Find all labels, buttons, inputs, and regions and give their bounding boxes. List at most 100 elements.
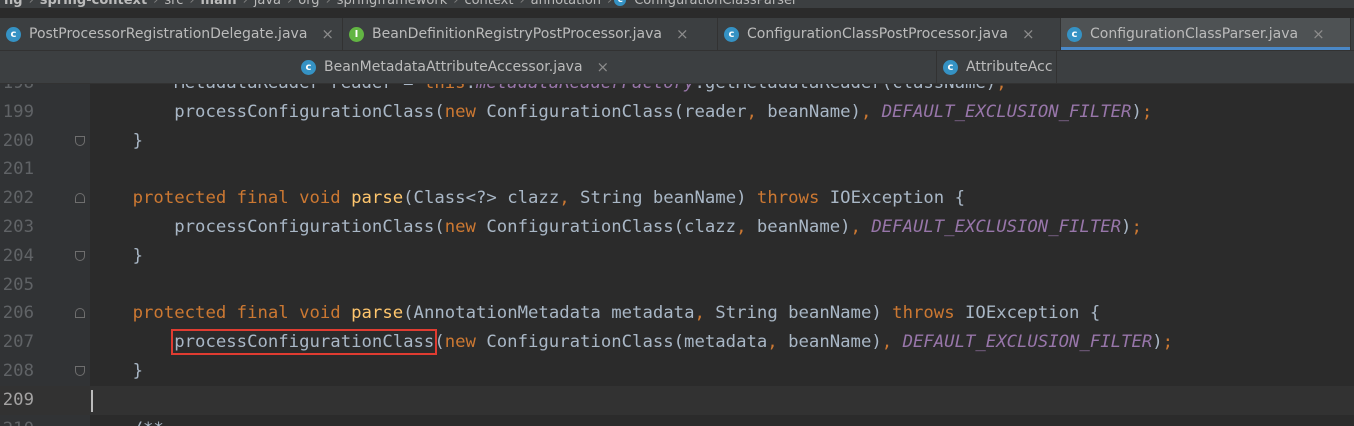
breadcrumb-item[interactable]: main — [197, 0, 241, 8]
close-tab-icon[interactable]: × — [321, 25, 334, 43]
code-text[interactable]: protected final void parse(AnnotationMet… — [91, 299, 1101, 328]
code-token: parse — [351, 303, 404, 324]
code-token: new — [444, 332, 487, 353]
class-icon: c — [6, 26, 21, 42]
breadcrumb-item[interactable]: springframework — [333, 0, 451, 8]
close-tab-icon[interactable]: × — [676, 25, 689, 43]
tab-label: ConfigurationClassPostProcessor.java — [747, 26, 1008, 42]
breadcrumb-separator: › — [189, 0, 195, 8]
code-editor[interactable]: 198 MetadataReader reader = this.metadat… — [0, 84, 1354, 426]
code-token: , — [746, 101, 768, 122]
editor-tab[interactable]: I BeanDefinitionRegistryPostProcessor.jav… — [343, 18, 718, 50]
code-text[interactable]: processConfigurationClass(new Configurat… — [91, 98, 1152, 127]
line-number: 202 — [2, 188, 34, 209]
code-token: , — [881, 332, 903, 353]
breadcrumb-item[interactable]: src — [160, 0, 187, 8]
interface-icon: I — [349, 26, 364, 42]
tab-label: BeanDefinitionRegistryPostProcessor.java — [372, 26, 662, 42]
tab-label: PostProcessorRegistrationDelegate.java — [29, 26, 308, 42]
breadcrumb-item[interactable]: spring-context — [36, 0, 151, 8]
fold-marker-icon[interactable] — [75, 135, 85, 146]
code-text[interactable]: processConfigurationClass(new Configurat… — [91, 213, 1142, 242]
editor-tab[interactable]: c PostProcessorRegistrationDelegate.java × — [0, 18, 343, 50]
code-token: ) — [1131, 101, 1142, 122]
code-line: 198 MetadataReader reader = this.metadat… — [0, 84, 1354, 98]
breadcrumb-item[interactable]: ConfigurationClassParser — [630, 0, 801, 8]
fold-marker-icon[interactable] — [75, 308, 85, 319]
code-token: (AnnotationMetadata metadata — [403, 303, 695, 324]
code-token: beanName) — [767, 101, 861, 122]
editor-tab[interactable]: c ConfigurationClassParser.java × — [1061, 18, 1351, 50]
editor-tabs-row-2: c BeanMetadataAttributeAccessor.java × c Att… — [0, 51, 1354, 84]
code-line: 200 } — [0, 127, 1354, 156]
class-icon: c — [724, 26, 739, 42]
line-number: 203 — [2, 217, 34, 237]
code-token: protected final void — [132, 303, 352, 324]
code-token: ; — [1131, 217, 1142, 237]
line-number: 208 — [2, 361, 34, 381]
code-line: 205 — [0, 271, 1354, 300]
code-text[interactable]: protected final void parse(Class<?> claz… — [91, 184, 965, 213]
code-token: IOException { — [965, 303, 1101, 324]
breadcrumb-separator: › — [153, 0, 159, 8]
code-line: 210 /** — [0, 415, 1354, 426]
code-line: 207 processConfigurationClass(new Config… — [0, 328, 1354, 357]
editor-tab[interactable]: c AttributeAcc — [937, 51, 1057, 83]
close-tab-icon[interactable]: × — [597, 58, 610, 76]
code-token: DEFAULT_EXCLUSION_FILTER — [871, 217, 1122, 237]
code-token: } — [91, 130, 144, 151]
class-icon: c — [614, 0, 627, 6]
fold-marker-icon[interactable] — [75, 193, 85, 204]
line-number: 209 — [2, 389, 34, 410]
code-text[interactable]: processConfigurationClass(new Configurat… — [91, 328, 1173, 357]
breadcrumb-item[interactable]: annotation — [527, 0, 605, 8]
fold-marker-icon[interactable] — [75, 250, 85, 261]
code-token: new — [444, 101, 487, 122]
breadcrumb-separator: › — [287, 0, 293, 8]
line-number: 204 — [2, 245, 34, 266]
code-text[interactable]: } — [91, 357, 143, 386]
editor-tabs-row-1: c PostProcessorRegistrationDelegate.java ×… — [0, 18, 1354, 51]
code-line: 201 — [0, 155, 1354, 184]
code-token: ) — [1121, 217, 1132, 237]
tab-spacer — [0, 51, 295, 83]
class-icon: c — [943, 59, 958, 75]
editor-tab[interactable]: c BeanMetadataAttributeAccessor.java × — [295, 51, 937, 83]
close-tab-icon[interactable]: × — [1312, 25, 1325, 43]
code-token: throws — [756, 188, 830, 209]
line-number: 210 — [0, 415, 34, 426]
code-token: , — [850, 217, 872, 237]
code-text[interactable]: MetadataReader reader = this.metadataRea… — [91, 84, 1006, 98]
class-icon: c — [1067, 26, 1082, 42]
code-line: 199 processConfigurationClass(new Config… — [0, 98, 1354, 127]
code-token: beanName) — [788, 332, 882, 353]
breadcrumb-item[interactable]: ng — [0, 0, 27, 8]
fold-marker-icon[interactable] — [75, 366, 85, 376]
close-tab-icon[interactable]: × — [1022, 25, 1035, 43]
breadcrumb-separator: › — [242, 0, 248, 8]
code-line: 208 } — [0, 357, 1354, 386]
code-text[interactable]: /** — [91, 415, 164, 426]
code-token: throws — [892, 303, 966, 324]
line-number: 199 — [2, 101, 34, 122]
breadcrumb-item[interactable]: org — [294, 0, 323, 8]
line-number: 205 — [2, 274, 34, 295]
code-text[interactable]: } — [91, 242, 143, 271]
code-token: (Class<?> clazz — [403, 188, 560, 209]
breadcrumb-separator: › — [519, 0, 525, 8]
editor-tab[interactable]: c ConfigurationClassPostProcessor.java × — [718, 18, 1061, 50]
code-token: parse — [351, 188, 404, 209]
code-text[interactable]: } — [91, 127, 143, 156]
code-token: ConfigurationClass(clazz — [486, 217, 737, 237]
breadcrumb: ng › spring-context › src › main › java › org › spri… — [0, 0, 1354, 8]
class-icon: c — [301, 59, 316, 75]
line-number: 207 — [2, 332, 34, 353]
code-token: DEFAULT_EXCLUSION_FILTER — [902, 332, 1153, 353]
code-line: 209 — [0, 385, 1354, 415]
breadcrumb-item[interactable]: context — [460, 0, 517, 8]
code-token: ; — [1141, 101, 1153, 122]
code-token: ; — [1162, 332, 1174, 353]
breadcrumb-item[interactable]: java — [250, 0, 285, 8]
